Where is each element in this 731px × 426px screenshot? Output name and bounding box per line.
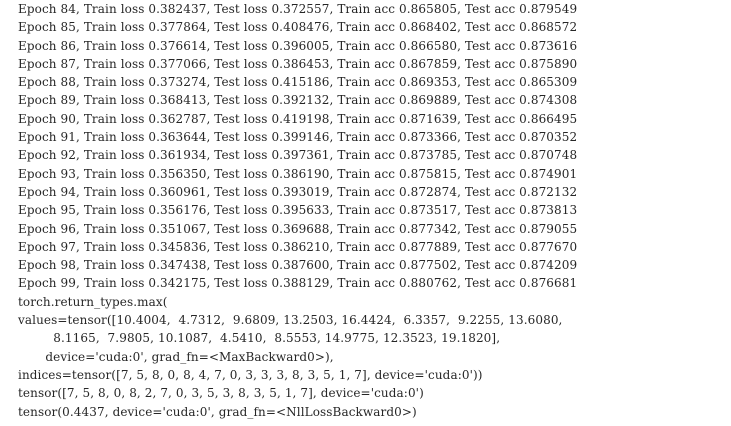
console-line: Epoch 91, Train loss 0.363644, Test loss… bbox=[18, 130, 578, 145]
console-line: Epoch 93, Train loss 0.356350, Test loss… bbox=[18, 166, 578, 181]
console-line: device='cuda:0', grad_fn=<MaxBackward0>)… bbox=[18, 349, 334, 364]
console-line: Epoch 86, Train loss 0.376614, Test loss… bbox=[18, 38, 578, 53]
console-line: tensor([7, 5, 8, 0, 8, 2, 7, 0, 3, 5, 3,… bbox=[18, 386, 424, 401]
console-line: Epoch 96, Train loss 0.351067, Test loss… bbox=[18, 221, 578, 236]
console-output: Epoch 84, Train loss 0.382437, Test loss… bbox=[0, 0, 731, 426]
console-line: tensor(0.4437, device='cuda:0', grad_fn=… bbox=[18, 404, 417, 419]
console-line: indices=tensor([7, 5, 8, 0, 8, 4, 7, 0, … bbox=[18, 367, 483, 382]
console-line: Epoch 90, Train loss 0.362787, Test loss… bbox=[18, 111, 578, 126]
console-line: Epoch 87, Train loss 0.377066, Test loss… bbox=[18, 56, 578, 71]
console-line: Epoch 89, Train loss 0.368413, Test loss… bbox=[18, 93, 578, 108]
console-line: Epoch 94, Train loss 0.360961, Test loss… bbox=[18, 184, 578, 199]
console-line: Epoch 85, Train loss 0.377864, Test loss… bbox=[18, 20, 578, 35]
console-line: Epoch 98, Train loss 0.347438, Test loss… bbox=[18, 258, 578, 273]
console-line: Epoch 88, Train loss 0.373274, Test loss… bbox=[18, 75, 578, 90]
console-line: Epoch 84, Train loss 0.382437, Test loss… bbox=[18, 2, 578, 16]
console-line: Epoch 99, Train loss 0.342175, Test loss… bbox=[18, 276, 578, 291]
console-line: 8.1165, 7.9805, 10.1087, 4.5410, 8.5553,… bbox=[18, 331, 501, 346]
console-line: Epoch 97, Train loss 0.345836, Test loss… bbox=[18, 239, 578, 254]
console-line: Epoch 92, Train loss 0.361934, Test loss… bbox=[18, 148, 578, 163]
console-line: Epoch 95, Train loss 0.356176, Test loss… bbox=[18, 203, 578, 218]
console-line: torch.return_types.max( bbox=[18, 294, 168, 309]
console-line: values=tensor([10.4004, 4.7312, 9.6809, … bbox=[18, 313, 563, 328]
